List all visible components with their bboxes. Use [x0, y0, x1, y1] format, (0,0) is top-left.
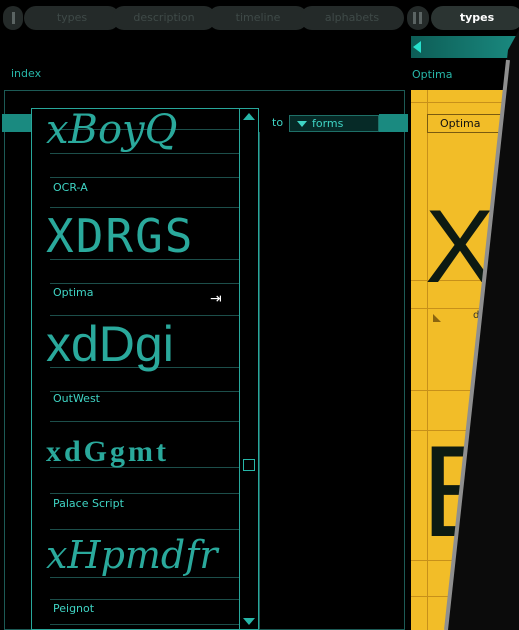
- page-curl-overlay: [444, 0, 519, 630]
